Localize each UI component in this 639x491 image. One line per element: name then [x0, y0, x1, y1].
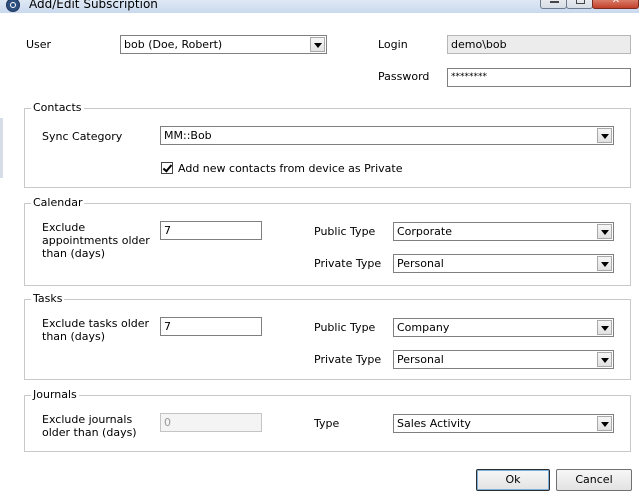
- tasks-group-title: Tasks: [31, 292, 65, 305]
- calendar-public-type-select[interactable]: Corporate: [393, 222, 614, 241]
- add-private-label: Add new contacts from device as Private: [178, 162, 403, 175]
- journals-exclude-label: Exclude journals older than (days): [42, 413, 137, 439]
- tasks-exclude-days-input[interactable]: 7: [160, 317, 262, 336]
- sync-category-select[interactable]: MM::Bob: [160, 126, 614, 145]
- chevron-down-icon[interactable]: [597, 224, 612, 239]
- minimize-icon: [549, 0, 559, 3]
- journals-group-title: Journals: [31, 388, 79, 401]
- password-field[interactable]: ********: [447, 68, 631, 87]
- window-edge: [0, 118, 3, 178]
- tasks-public-type-select[interactable]: Company: [393, 318, 614, 337]
- tasks-private-type-select[interactable]: Personal: [393, 350, 614, 369]
- calendar-public-type-value: Corporate: [397, 225, 452, 238]
- calendar-private-type-value: Personal: [397, 257, 444, 270]
- checkmark-icon: [162, 162, 173, 173]
- close-button[interactable]: ✕: [592, 0, 639, 9]
- app-icon: [6, 0, 20, 12]
- sync-category-label: Sync Category: [42, 130, 123, 143]
- contacts-group-title: Contacts: [31, 101, 84, 114]
- journals-exclude-days-value: 0: [164, 416, 171, 429]
- window-title: Add/Edit Subscription: [29, 0, 158, 11]
- sync-category-value: MM::Bob: [164, 129, 212, 142]
- calendar-exclude-days-input[interactable]: 7: [160, 221, 262, 240]
- calendar-group-title: Calendar: [31, 196, 85, 209]
- add-private-checkbox[interactable]: [161, 162, 173, 174]
- journals-exclude-days-input[interactable]: 0: [160, 413, 262, 432]
- tasks-exclude-label: Exclude tasks older than (days): [42, 317, 150, 343]
- login-value: demo\bob: [451, 38, 507, 51]
- journals-type-select[interactable]: Sales Activity: [393, 414, 614, 433]
- user-label: User: [26, 38, 52, 51]
- calendar-public-type-label: Public Type: [314, 225, 376, 238]
- tasks-public-type-label: Public Type: [314, 321, 376, 334]
- maximize-icon: [575, 0, 585, 4]
- journals-type-label: Type: [314, 417, 340, 430]
- password-label: Password: [378, 70, 430, 83]
- chevron-down-icon[interactable]: [597, 256, 612, 271]
- user-select-value: bob (Doe, Robert): [124, 38, 223, 51]
- chevron-down-icon[interactable]: [597, 128, 612, 143]
- minimize-button[interactable]: [540, 0, 567, 9]
- password-value: ********: [451, 72, 487, 82]
- journals-type-value: Sales Activity: [397, 417, 471, 430]
- login-field[interactable]: demo\bob: [447, 35, 631, 54]
- calendar-private-type-select[interactable]: Personal: [393, 254, 614, 273]
- calendar-private-type-label: Private Type: [314, 257, 382, 270]
- contacts-group: Contacts: [24, 101, 631, 188]
- chevron-down-icon[interactable]: [597, 352, 612, 367]
- tasks-private-type-value: Personal: [397, 353, 444, 366]
- tasks-exclude-days-value: 7: [164, 320, 171, 333]
- chevron-down-icon[interactable]: [597, 320, 612, 335]
- calendar-exclude-label: Exclude appointments older than (days): [42, 221, 150, 260]
- calendar-exclude-days-value: 7: [164, 224, 171, 237]
- chevron-down-icon[interactable]: [310, 37, 325, 52]
- login-label: Login: [378, 38, 408, 51]
- close-icon: ✕: [611, 0, 621, 6]
- chevron-down-icon[interactable]: [597, 416, 612, 431]
- tasks-public-type-value: Company: [397, 321, 450, 334]
- maximize-button[interactable]: [566, 0, 593, 9]
- title-bar: Add/Edit Subscription ✕: [0, 0, 639, 13]
- user-select[interactable]: bob (Doe, Robert): [120, 35, 327, 54]
- tasks-private-type-label: Private Type: [314, 353, 382, 366]
